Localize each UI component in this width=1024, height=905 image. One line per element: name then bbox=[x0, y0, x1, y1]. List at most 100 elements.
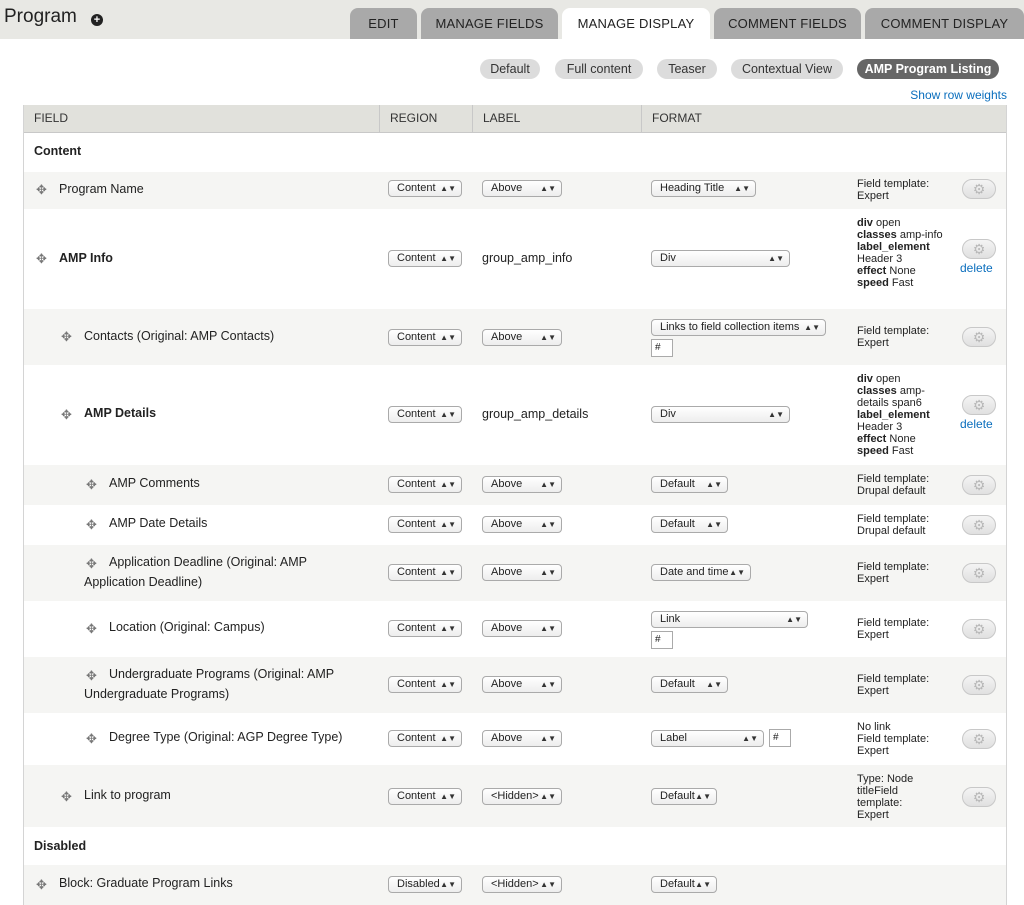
format-select[interactable]: Link ▲▼ bbox=[651, 611, 808, 628]
extra-settings-input[interactable]: # bbox=[651, 631, 673, 649]
drag-handle-icon[interactable]: ✥ bbox=[60, 790, 73, 803]
formatter-summary: Type: Node titleField template: Expert bbox=[857, 773, 914, 821]
extra-settings-input[interactable]: # bbox=[651, 339, 673, 357]
label-select[interactable]: Above ▲▼ bbox=[482, 180, 562, 197]
page-header: Program + EDIT MANAGE FIELDS MANAGE DISP… bbox=[0, 0, 1024, 39]
formatter-summary: Field template: Expert bbox=[857, 178, 930, 202]
gear-icon[interactable]: ⚙ bbox=[962, 787, 996, 807]
region-select[interactable]: Content ▲▼ bbox=[388, 516, 462, 533]
label-select[interactable]: <Hidden> ▲▼ bbox=[482, 788, 562, 805]
gear-icon[interactable]: ⚙ bbox=[962, 563, 996, 583]
label-select[interactable]: Above ▲▼ bbox=[482, 476, 562, 493]
label-select[interactable]: Above ▲▼ bbox=[482, 329, 562, 346]
tab-comment-display[interactable]: COMMENT DISPLAY bbox=[865, 8, 1024, 39]
table-header: FIELD REGION LABEL FORMAT bbox=[24, 105, 1006, 133]
drag-handle-icon[interactable]: ✥ bbox=[35, 878, 48, 891]
delete-group-link[interactable]: delete bbox=[960, 417, 993, 431]
format-select[interactable]: Default ▲▼ bbox=[651, 676, 728, 693]
drag-handle-icon[interactable]: ✥ bbox=[85, 732, 98, 745]
field-name: Location (Original: Campus) bbox=[109, 620, 265, 634]
drag-handle-icon[interactable]: ✥ bbox=[35, 252, 48, 265]
drag-handle-icon[interactable]: ✥ bbox=[35, 183, 48, 196]
view-mode-contextual-view[interactable]: Contextual View bbox=[731, 59, 843, 79]
region-select[interactable]: Content ▲▼ bbox=[388, 788, 462, 805]
formatter-summary: Field template: Expert bbox=[857, 617, 930, 641]
formatter-summary: No link Field template: Expert bbox=[857, 721, 930, 757]
tab-edit[interactable]: EDIT bbox=[350, 8, 417, 39]
region-title-content: Content bbox=[34, 144, 82, 158]
table-row: ✥ Block: Graduate Program Links Disabled… bbox=[24, 865, 1006, 905]
drag-handle-icon[interactable]: ✥ bbox=[60, 330, 73, 343]
table-row: ✥ Program Name Content ▲▼ Above ▲▼ Heading… bbox=[24, 172, 1006, 209]
table-row: ✥ AMP Info Content ▲▼ group_amp_info Div ▲… bbox=[24, 209, 1006, 309]
gear-icon[interactable]: ⚙ bbox=[962, 239, 996, 259]
field-name: Undergraduate Programs (Original: AMP Un… bbox=[84, 667, 335, 701]
region-select[interactable]: Content ▲▼ bbox=[388, 564, 462, 581]
region-select[interactable]: Content ▲▼ bbox=[388, 180, 462, 197]
region-select[interactable]: Content ▲▼ bbox=[388, 406, 462, 423]
field-name: AMP Details bbox=[84, 406, 157, 420]
view-mode-full-content[interactable]: Full content bbox=[555, 59, 643, 79]
format-select[interactable]: Label ▲▼ bbox=[651, 730, 764, 747]
field-name: Contacts (Original: AMP Contacts) bbox=[84, 329, 275, 343]
tab-manage-fields[interactable]: MANAGE FIELDS bbox=[421, 8, 558, 39]
region-title-disabled: Disabled bbox=[34, 839, 87, 853]
view-mode-amp-program-listing[interactable]: AMP Program Listing bbox=[857, 59, 999, 79]
add-shortcut-icon[interactable]: + bbox=[91, 14, 103, 26]
extra-settings-input[interactable]: # bbox=[769, 729, 791, 747]
drag-handle-icon[interactable]: ✥ bbox=[60, 408, 73, 421]
format-select[interactable]: Default ▲▼ bbox=[651, 788, 717, 805]
gear-icon[interactable]: ⚙ bbox=[962, 327, 996, 347]
column-header-label: LABEL bbox=[472, 105, 641, 133]
label-select[interactable]: <Hidden> ▲▼ bbox=[482, 876, 562, 893]
table-row: ✥ Link to program Content ▲▼ <Hidden> ▲▼ D… bbox=[24, 765, 1006, 827]
format-select[interactable]: Default ▲▼ bbox=[651, 476, 728, 493]
delete-group-link[interactable]: delete bbox=[960, 261, 993, 275]
show-row-weights-link[interactable]: Show row weights bbox=[910, 88, 1007, 102]
formatter-summary: Field template: Expert bbox=[857, 561, 930, 585]
region-select[interactable]: Content ▲▼ bbox=[388, 476, 462, 493]
region-select[interactable]: Content ▲▼ bbox=[388, 250, 462, 267]
format-select[interactable]: Heading Title ▲▼ bbox=[651, 180, 756, 197]
format-select[interactable]: Default ▲▼ bbox=[651, 516, 728, 533]
format-select[interactable]: Default ▲▼ bbox=[651, 876, 717, 893]
label-select[interactable]: Above ▲▼ bbox=[482, 516, 562, 533]
format-select[interactable]: Div ▲▼ bbox=[651, 250, 790, 267]
view-mode-default[interactable]: Default bbox=[480, 59, 540, 79]
view-mode-teaser[interactable]: Teaser bbox=[657, 59, 717, 79]
region-select[interactable]: Content ▲▼ bbox=[388, 730, 462, 747]
drag-handle-icon[interactable]: ✥ bbox=[85, 518, 98, 531]
label-select[interactable]: Above ▲▼ bbox=[482, 620, 562, 637]
gear-icon[interactable]: ⚙ bbox=[962, 475, 996, 495]
tab-comment-fields[interactable]: COMMENT FIELDS bbox=[714, 8, 861, 39]
region-row-content: Content bbox=[24, 134, 1006, 172]
field-name: Link to program bbox=[84, 788, 171, 802]
table-row: ✥ Location (Original: Campus) Content ▲▼ … bbox=[24, 601, 1006, 657]
region-select[interactable]: Content ▲▼ bbox=[388, 620, 462, 637]
drag-handle-icon[interactable]: ✥ bbox=[85, 478, 98, 491]
label-select[interactable]: Above ▲▼ bbox=[482, 730, 562, 747]
format-select[interactable]: Date and time ▲▼ bbox=[651, 564, 751, 581]
gear-icon[interactable]: ⚙ bbox=[962, 395, 996, 415]
table-row: ✥ AMP Date Details Content ▲▼ Above ▲▼ Def… bbox=[24, 505, 1006, 545]
format-select[interactable]: Div ▲▼ bbox=[651, 406, 790, 423]
format-select[interactable]: Links to field collection items ▲▼ bbox=[651, 319, 826, 336]
region-select[interactable]: Disabled ▲▼ bbox=[388, 876, 462, 893]
label-select[interactable]: Above ▲▼ bbox=[482, 676, 562, 693]
gear-icon[interactable]: ⚙ bbox=[962, 515, 996, 535]
gear-icon[interactable]: ⚙ bbox=[962, 729, 996, 749]
field-name: Degree Type (Original: AGP Degree Type) bbox=[109, 730, 343, 744]
gear-icon[interactable]: ⚙ bbox=[962, 179, 996, 199]
region-select[interactable]: Content ▲▼ bbox=[388, 329, 462, 346]
group-label-text: group_amp_info bbox=[482, 251, 573, 265]
group-summary: div open classes amp-info label_element … bbox=[857, 217, 943, 289]
formatter-summary: Field template: Expert bbox=[857, 673, 930, 697]
tab-manage-display[interactable]: MANAGE DISPLAY bbox=[562, 8, 710, 39]
table-row: ✥ Undergraduate Programs (Original: AMP … bbox=[24, 657, 1006, 713]
region-select[interactable]: Content ▲▼ bbox=[388, 676, 462, 693]
gear-icon[interactable]: ⚙ bbox=[962, 619, 996, 639]
table-row: ✥ AMP Details Content ▲▼ group_amp_detail… bbox=[24, 365, 1006, 465]
drag-handle-icon[interactable]: ✥ bbox=[85, 622, 98, 635]
gear-icon[interactable]: ⚙ bbox=[962, 675, 996, 695]
label-select[interactable]: Above ▲▼ bbox=[482, 564, 562, 581]
